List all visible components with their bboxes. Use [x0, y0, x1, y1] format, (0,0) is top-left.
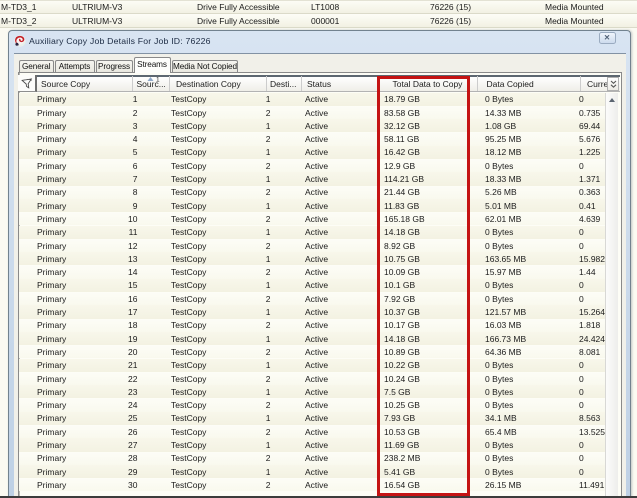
svg-text:1: 1	[156, 76, 160, 82]
